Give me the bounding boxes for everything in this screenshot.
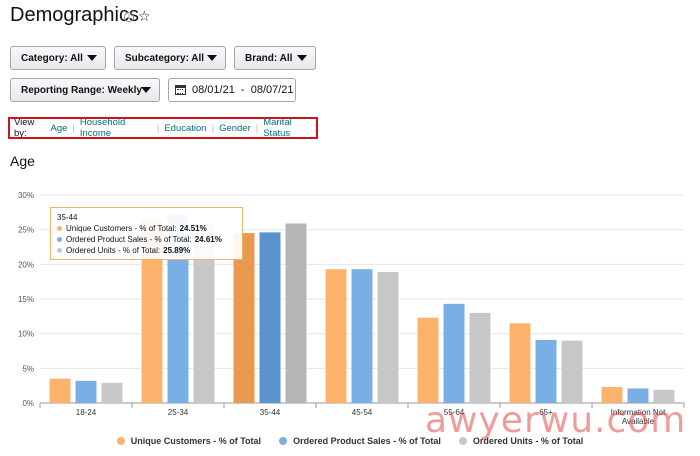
- tooltip-row: Ordered Product Sales - % of Total: 24.6…: [57, 234, 236, 245]
- page-title: Demographics: [10, 4, 139, 26]
- tooltip-title: 35-44: [57, 213, 78, 222]
- chevron-down-icon: [87, 55, 97, 61]
- reporting-range-label: Reporting Range: Weekly: [21, 84, 142, 96]
- tooltip-row: Unique Customers - % of Total: 24.51%: [57, 223, 236, 234]
- bar: [535, 339, 557, 403]
- watermark-text: awyerwu.com: [425, 400, 687, 441]
- y-tick-label: 10%: [18, 330, 34, 339]
- tooltip-row-value: 25.89%: [163, 246, 191, 255]
- legend-item-ordered-product-sales[interactable]: Ordered Product Sales - % of Total: [279, 436, 441, 446]
- divider: |: [255, 122, 259, 134]
- tooltip-row-value: 24.61%: [194, 235, 222, 244]
- y-tick-label: 0%: [22, 399, 34, 408]
- y-tick-label: 15%: [18, 295, 34, 304]
- bar: [75, 380, 97, 403]
- brand-dropdown-label: Brand: All: [245, 52, 293, 64]
- legend-dot: [279, 437, 288, 445]
- brand-dropdown[interactable]: Brand: All: [234, 46, 316, 70]
- tooltip-row-label: Ordered Units - % of Total:: [66, 246, 161, 255]
- tooltip-row-value: 24.51%: [179, 224, 207, 233]
- legend-item-unique-customers[interactable]: Unique Customers - % of Total: [116, 436, 262, 446]
- bar: [259, 232, 281, 403]
- view-by-label: View by:: [14, 117, 35, 139]
- x-tick-label: 45-54: [352, 408, 373, 417]
- view-by-marital-status-link[interactable]: Marital Status: [263, 117, 316, 139]
- y-tick-label: 30%: [18, 191, 34, 200]
- bar: [417, 317, 439, 403]
- subcategory-dropdown[interactable]: Subcategory: All: [114, 46, 226, 70]
- bar: [561, 340, 583, 403]
- tooltip-row-label: Unique Customers - % of Total:: [66, 224, 177, 233]
- series-dot: [57, 237, 62, 242]
- view-by-household-income-link[interactable]: Household Income: [80, 117, 152, 139]
- reporting-range-dropdown[interactable]: Reporting Range: Weekly: [10, 78, 160, 102]
- bar: [49, 378, 71, 403]
- legend-label: Ordered Product Sales - % of Total: [293, 436, 441, 446]
- star-icon[interactable]: ☆: [138, 10, 151, 24]
- y-tick-label: 25%: [18, 226, 34, 235]
- bar: [285, 223, 307, 403]
- view-by-gender-link[interactable]: Gender: [219, 123, 251, 134]
- y-tick-label: 5%: [22, 364, 34, 373]
- chart-tooltip: 35-44 Unique Customers - % of Total: 24.…: [50, 207, 243, 260]
- category-dropdown[interactable]: Category: All: [10, 46, 106, 70]
- chevron-down-icon: [207, 55, 217, 61]
- x-tick-label: 35-44: [260, 408, 281, 417]
- x-tick-label: 18-24: [76, 408, 97, 417]
- legend-dot: [116, 437, 125, 445]
- divider: |: [156, 122, 160, 134]
- title-actions: i ☆: [124, 10, 151, 24]
- tooltip-row-label: Ordered Product Sales - % of Total:: [66, 235, 192, 244]
- bar: [101, 382, 123, 403]
- date-range-picker[interactable]: 08/01/21 - 08/07/21: [168, 78, 296, 102]
- view-by-bar: View by: Age | Household Income | Educat…: [8, 117, 318, 139]
- bar: [469, 312, 491, 403]
- bar: [377, 271, 399, 403]
- view-by-age-link[interactable]: Age: [50, 123, 67, 134]
- info-icon[interactable]: i: [124, 12, 134, 22]
- bar: [443, 303, 465, 403]
- chevron-down-icon: [141, 87, 151, 93]
- date-range-value: 08/01/21 - 08/07/21: [192, 84, 294, 96]
- y-tick-label: 20%: [18, 260, 34, 269]
- chevron-down-icon: [297, 55, 307, 61]
- subcategory-dropdown-label: Subcategory: All: [125, 52, 205, 64]
- series-dot: [57, 248, 62, 253]
- chart-section-title: Age: [10, 153, 35, 169]
- calendar-icon[interactable]: [175, 85, 186, 95]
- x-tick-label: 25-34: [168, 408, 189, 417]
- bar: [325, 269, 347, 403]
- tooltip-row: Ordered Units - % of Total: 25.89%: [57, 245, 236, 256]
- divider: |: [72, 122, 75, 134]
- view-by-education-link[interactable]: Education: [164, 123, 206, 134]
- category-dropdown-label: Category: All: [21, 52, 83, 64]
- legend-label: Unique Customers - % of Total: [130, 436, 262, 446]
- series-dot: [57, 226, 62, 231]
- divider: |: [211, 122, 215, 134]
- bar: [509, 323, 531, 403]
- bar: [351, 269, 373, 403]
